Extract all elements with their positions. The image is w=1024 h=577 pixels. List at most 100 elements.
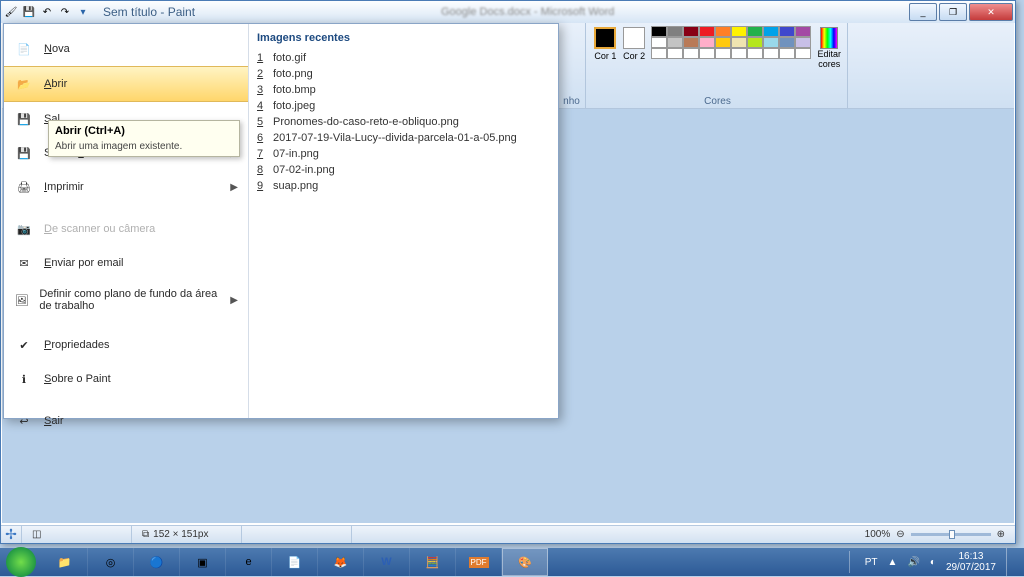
color-swatch[interactable] (763, 48, 779, 59)
color-swatch[interactable] (747, 26, 763, 37)
color-swatch[interactable] (747, 48, 763, 59)
taskbar-paint[interactable]: 🎨 (502, 548, 548, 576)
color-swatch[interactable] (667, 37, 683, 48)
size-group-label-clipped: nho (558, 96, 585, 107)
color-swatch[interactable] (651, 48, 667, 59)
maximize-button[interactable]: ❐ (939, 3, 967, 21)
minimize-button[interactable]: _ (909, 3, 937, 21)
tray-up-icon[interactable]: ▲ (888, 557, 898, 568)
file-menu-item-6[interactable]: ✉Enviar por email (4, 246, 248, 280)
file-menu-item-9[interactable]: ℹSobre o Paint (4, 362, 248, 396)
language-indicator[interactable]: PT (865, 557, 878, 568)
color-swatch[interactable] (699, 37, 715, 48)
edge-icon: e (245, 556, 251, 568)
color-swatch[interactable] (747, 37, 763, 48)
color1-selector[interactable]: Cor 1 (594, 27, 617, 61)
recent-item[interactable]: 2foto.png (257, 66, 550, 82)
file-menu-icon: 💾 (14, 144, 34, 162)
recent-item[interactable]: 9suap.png (257, 178, 550, 194)
recent-item[interactable]: 3foto.bmp (257, 82, 550, 98)
clock-icon[interactable]: ◐ (930, 557, 936, 568)
color-swatch[interactable] (699, 26, 715, 37)
recent-header: Imagens recentes (257, 32, 550, 44)
taskbar-terminal[interactable]: ▣ (180, 548, 226, 576)
taskbar-edge[interactable]: e (226, 548, 272, 576)
color-swatch[interactable] (683, 48, 699, 59)
mediaplayer-icon: ◎ (106, 556, 116, 569)
taskbar-pdf[interactable]: PDF (456, 548, 502, 576)
ribbon-group-size: nho (558, 23, 586, 108)
color-swatch[interactable] (779, 26, 795, 37)
volume-icon[interactable]: 🔊 (907, 557, 919, 568)
qat-more-icon[interactable]: ▾ (75, 4, 91, 20)
redo-icon[interactable]: ↷ (57, 4, 73, 20)
recent-list: 1foto.gif2foto.png3foto.bmp4foto.jpeg5Pr… (257, 50, 550, 194)
color-swatch[interactable] (731, 48, 747, 59)
file-menu-item-10[interactable]: ↩Sair (4, 404, 248, 438)
taskbar-calc[interactable]: 🧮 (410, 548, 456, 576)
file-menu-item-5: 📷De scanner ou câmera (4, 212, 248, 246)
show-desktop[interactable] (1006, 548, 1014, 576)
color-swatch[interactable] (779, 37, 795, 48)
color-swatch[interactable] (715, 48, 731, 59)
recent-index: 4 (257, 100, 267, 112)
color-swatch[interactable] (651, 37, 667, 48)
taskbar-word[interactable]: W (364, 548, 410, 576)
color2-selector[interactable]: Cor 2 (623, 27, 646, 61)
selection-cell: ◫ (22, 526, 132, 543)
file-menu-item-8[interactable]: ✔Propriedades (4, 328, 248, 362)
color-swatch[interactable] (779, 48, 795, 59)
recent-item[interactable]: 4foto.jpeg (257, 98, 550, 114)
taskbar-notepad[interactable]: 📄 (272, 548, 318, 576)
recent-item[interactable]: 5Pronomes-do-caso-reto-e-obliquo.png (257, 114, 550, 130)
file-menu-icon: 🖨 (14, 178, 34, 196)
file-menu-item-4[interactable]: 🖨Imprimir▶ (4, 170, 248, 204)
taskbar-explorer[interactable]: 📁 (42, 548, 88, 576)
folder-icon: 📁 (58, 556, 72, 569)
recent-item[interactable]: 807-02-in.png (257, 162, 550, 178)
color-swatch[interactable] (683, 37, 699, 48)
taskbar-media[interactable]: ◎ (88, 548, 134, 576)
color-swatch[interactable] (731, 26, 747, 37)
calc-icon: 🧮 (426, 556, 440, 569)
file-menu-item-0[interactable]: 📄Nova (4, 32, 248, 66)
file-menu-icon: ✔ (14, 336, 34, 354)
color-swatch[interactable] (715, 26, 731, 37)
color-swatch[interactable] (651, 26, 667, 37)
color-swatch[interactable] (699, 48, 715, 59)
undo-icon[interactable]: ↶ (39, 4, 55, 20)
color-swatch[interactable] (667, 26, 683, 37)
clock[interactable]: 16:13 29/07/2017 (946, 551, 996, 573)
zoom-slider[interactable] (911, 533, 991, 536)
start-button[interactable] (6, 547, 36, 577)
color-swatch[interactable] (795, 48, 811, 59)
color-swatch[interactable] (795, 37, 811, 48)
zoom-in-button[interactable]: ⊕ (997, 529, 1005, 540)
color-swatch[interactable] (731, 37, 747, 48)
recent-item[interactable]: 1foto.gif (257, 50, 550, 66)
taskbar-chrome[interactable]: 🔵 (134, 548, 180, 576)
color-swatch[interactable] (795, 26, 811, 37)
color-swatch[interactable] (763, 37, 779, 48)
zoom-out-button[interactable]: ⊖ (896, 529, 904, 540)
color-swatch[interactable] (715, 37, 731, 48)
taskbar-firefox[interactable]: 🦊 (318, 548, 364, 576)
file-menu-item-7[interactable]: 🖼Definir como plano de fundo da área de … (4, 280, 248, 320)
file-menu-icon: 📂 (14, 75, 34, 93)
file-menu-item-1[interactable]: 📂Abrir (4, 66, 248, 102)
recent-item[interactable]: 707-in.png (257, 146, 550, 162)
chrome-icon: 🔵 (150, 556, 164, 569)
recent-filename: suap.png (273, 180, 318, 192)
recent-item[interactable]: 62017-07-19-Vila-Lucy--divida-parcela-01… (257, 130, 550, 146)
color-swatch[interactable] (683, 26, 699, 37)
color-swatch[interactable] (667, 48, 683, 59)
tooltip-body: Abrir uma imagem existente. (55, 141, 233, 152)
save-icon[interactable]: 💾 (21, 4, 37, 20)
zoom-thumb[interactable] (949, 530, 955, 539)
recent-filename: Pronomes-do-caso-reto-e-obliquo.png (273, 116, 459, 128)
edit-colors-button[interactable]: Editar cores (817, 27, 841, 69)
close-button[interactable]: ✕ (969, 3, 1013, 21)
file-menu-label: Imprimir (44, 181, 84, 193)
titlebar: 🖌 💾 ↶ ↷ ▾ Sem título - Paint Google Docs… (1, 1, 1015, 23)
color-swatch[interactable] (763, 26, 779, 37)
